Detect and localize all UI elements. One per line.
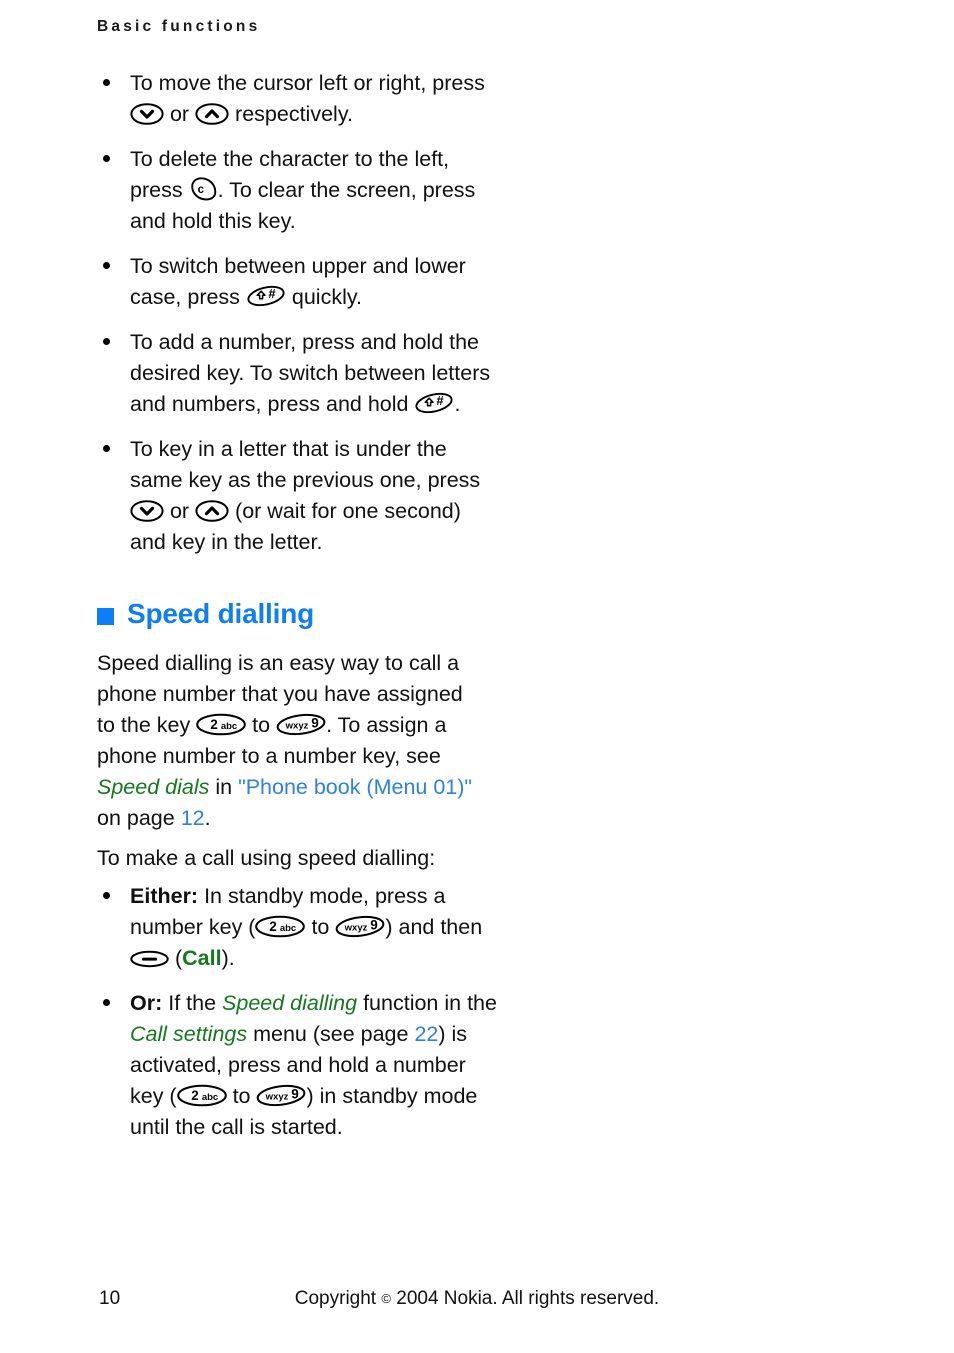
key-wxyz9-icon: wxyz 9 xyxy=(335,915,385,938)
list-item: To add a number, press and hold the desi… xyxy=(97,327,497,420)
key-up-arrow-icon xyxy=(195,103,229,125)
step-either-lead: Either: xyxy=(130,884,199,908)
manual-page: Basic functions To move the cursor left … xyxy=(0,0,954,1353)
step-or-text: Or: If the Speed dialling function in th… xyxy=(130,991,497,1139)
svg-text:9: 9 xyxy=(371,918,379,933)
svg-text:9: 9 xyxy=(292,1087,300,1102)
bullet-dot-icon xyxy=(103,155,110,162)
bullet-dot-icon xyxy=(103,892,110,899)
instructions-list: To move the cursor left or right, press … xyxy=(97,68,497,558)
link-page-22[interactable]: 22 xyxy=(414,1022,438,1046)
svg-text:2: 2 xyxy=(270,919,278,934)
page-footer: 10 Copyright © 2004 Nokia. All rights re… xyxy=(0,1288,954,1318)
key-wxyz9-icon: wxyz 9 xyxy=(276,713,326,736)
emphasis-speed-dials: Speed dials xyxy=(97,775,210,799)
svg-text:abc: abc xyxy=(221,721,237,732)
key-wxyz9-icon: wxyz 9 xyxy=(256,1084,306,1107)
key-call-icon xyxy=(130,949,169,969)
svg-text:#: # xyxy=(268,286,276,301)
key-2abc-icon: 2 abc xyxy=(255,915,306,938)
svg-text:abc: abc xyxy=(280,923,296,934)
copyright-icon: © xyxy=(381,1291,391,1306)
svg-text:9: 9 xyxy=(311,716,319,731)
key-clear-icon: c xyxy=(189,177,218,201)
page-title: Speed dialling xyxy=(127,598,315,629)
instruction-switch-case-text: To switch between upper and lower case, … xyxy=(130,254,466,309)
top-bullet-column: To move the cursor left or right, press … xyxy=(97,68,497,558)
key-down-arrow-icon xyxy=(130,103,164,125)
link-page-12[interactable]: 12 xyxy=(181,806,205,830)
instruction-delete-character-text: To delete the character to the left, pre… xyxy=(130,147,476,233)
step-or-lead: Or: xyxy=(130,991,163,1015)
footer-copyright: Copyright © 2004 Nokia. All rights reser… xyxy=(294,1288,660,1309)
list-item: To key in a letter that is under the sam… xyxy=(97,434,497,558)
svg-text:2: 2 xyxy=(210,717,218,732)
speed-dialling-intro-paragraph: Speed dialling is an easy way to call a … xyxy=(97,651,473,830)
list-item: To move the cursor left or right, press … xyxy=(97,68,497,130)
key-clear-letter: c xyxy=(197,184,204,196)
svg-text:wxyz: wxyz xyxy=(344,923,368,934)
svg-text:2: 2 xyxy=(191,1088,199,1103)
running-head: Basic functions xyxy=(97,18,261,35)
speed-dial-steps-list: Either: In standby mode, press a number … xyxy=(97,881,497,1143)
bullet-dot-icon xyxy=(103,79,110,86)
svg-text:abc: abc xyxy=(201,1092,217,1103)
list-item: Or: If the Speed dialling function in th… xyxy=(97,988,497,1143)
list-item: To delete the character to the left, pre… xyxy=(97,144,497,237)
bullet-dot-icon xyxy=(103,338,110,345)
svg-text:#: # xyxy=(437,393,445,408)
key-down-arrow-icon xyxy=(130,500,164,522)
key-2abc-icon: 2 abc xyxy=(196,713,247,736)
bullet-dot-icon xyxy=(103,262,110,269)
key-2abc-icon: 2 abc xyxy=(176,1084,227,1107)
bullet-dot-icon xyxy=(103,999,110,1006)
key-shift-hash-icon: # xyxy=(246,284,286,308)
emphasis-call-settings: Call settings xyxy=(130,1022,248,1046)
step-either-text: Either: In standby mode, press a number … xyxy=(130,884,483,970)
key-shift-hash-icon: # xyxy=(414,391,454,415)
key-up-arrow-icon xyxy=(195,500,229,522)
instruction-cursor-move-text: To move the cursor left or right, press … xyxy=(130,71,485,126)
speed-dial-steps-column: Either: In standby mode, press a number … xyxy=(97,881,497,1143)
instruction-add-number-text: To add a number, press and hold the desi… xyxy=(130,330,491,416)
instruction-same-key-letter-text: To key in a letter that is under the sam… xyxy=(130,437,481,554)
make-call-paragraph: To make a call using speed dialling: xyxy=(97,846,436,870)
link-phone-book-menu-01[interactable]: "Phone book (Menu 01)" xyxy=(238,775,472,799)
section-heading: Speed dialling xyxy=(97,598,314,630)
emphasis-speed-dialling: Speed dialling xyxy=(222,991,358,1015)
bullet-dot-icon xyxy=(103,445,110,452)
call-label: Call xyxy=(182,946,222,970)
svg-text:wxyz: wxyz xyxy=(265,1092,289,1103)
list-item: Either: In standby mode, press a number … xyxy=(97,881,497,974)
list-item: To switch between upper and lower case, … xyxy=(97,251,497,313)
heading-square-icon xyxy=(97,607,114,625)
svg-text:wxyz: wxyz xyxy=(285,721,309,732)
